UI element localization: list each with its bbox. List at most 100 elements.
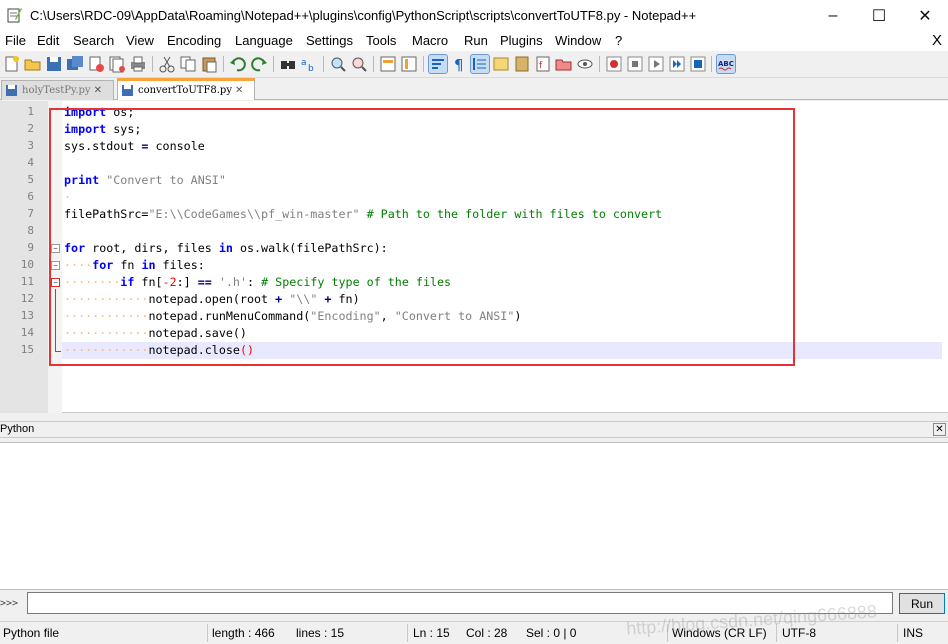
string-literal: "Convert to ANSI" bbox=[394, 309, 515, 323]
undo-icon[interactable] bbox=[229, 55, 247, 73]
code-line-15: ············notepad.close() bbox=[64, 342, 254, 359]
copy-icon[interactable] bbox=[179, 55, 197, 73]
menu-tools[interactable]: Tools bbox=[366, 33, 396, 48]
fold-guide-end bbox=[55, 351, 61, 352]
line-number: 4 bbox=[27, 156, 34, 169]
stop-macro-icon[interactable] bbox=[626, 55, 644, 73]
zoom-in-icon[interactable] bbox=[329, 55, 347, 73]
spell-check-icon[interactable]: ABC bbox=[716, 54, 736, 74]
maximize-button[interactable]: ☐ bbox=[856, 0, 902, 31]
console-close-icon[interactable]: ✕ bbox=[933, 423, 946, 436]
saved-file-icon bbox=[122, 85, 133, 96]
operator: + bbox=[275, 292, 283, 306]
close-file-icon[interactable] bbox=[87, 55, 105, 73]
sync-horizontal-icon[interactable] bbox=[400, 55, 418, 73]
code-text: os; bbox=[106, 105, 135, 119]
line-number: 6 bbox=[27, 190, 34, 203]
close-all-icon[interactable] bbox=[108, 55, 126, 73]
run-macro-multiple-icon[interactable] bbox=[668, 55, 686, 73]
svg-text:b: b bbox=[308, 64, 314, 73]
fold-toggle-icon[interactable]: − bbox=[51, 244, 60, 253]
code-text: os.walk(filePathSrc): bbox=[232, 241, 388, 255]
function-list-icon[interactable]: f bbox=[534, 55, 552, 73]
tab-holytestpy[interactable]: holyTestPy.py ✕ bbox=[1, 80, 114, 100]
menu-search[interactable]: Search bbox=[73, 33, 114, 48]
keyword: for bbox=[64, 241, 86, 255]
menu-view[interactable]: View bbox=[126, 33, 154, 48]
user-defined-language-icon[interactable] bbox=[492, 55, 510, 73]
redo-icon[interactable] bbox=[250, 55, 268, 73]
close-document-icon[interactable]: X bbox=[932, 32, 942, 49]
fold-margin bbox=[48, 101, 62, 413]
replace-icon[interactable]: ab bbox=[300, 55, 318, 73]
tab-converttoutf8[interactable]: convertToUTF8.py ✕ bbox=[117, 78, 255, 100]
toolbar-separator bbox=[711, 56, 712, 72]
folder-as-workspace-icon[interactable] bbox=[555, 55, 573, 73]
code-line-13: ············notepad.runMenuCommand("Enco… bbox=[64, 308, 521, 325]
saved-file-icon bbox=[6, 85, 17, 96]
run-button[interactable]: Run bbox=[899, 593, 945, 614]
tab-close-icon[interactable]: ✕ bbox=[235, 85, 243, 96]
print-icon[interactable] bbox=[129, 55, 147, 73]
code-area[interactable]: import os; import sys; sys.stdout = cons… bbox=[64, 101, 944, 413]
menu-edit[interactable]: Edit bbox=[37, 33, 59, 48]
tab-close-icon[interactable]: ✕ bbox=[94, 85, 102, 96]
play-macro-icon[interactable] bbox=[647, 55, 665, 73]
operator: = bbox=[141, 139, 149, 153]
status-selection: Sel : 0 | 0 bbox=[526, 626, 577, 640]
menu-window[interactable]: Window bbox=[555, 33, 601, 48]
open-file-icon[interactable] bbox=[24, 55, 42, 73]
toolbar: ab ¶ f ABC bbox=[0, 51, 948, 78]
paste-icon[interactable] bbox=[200, 55, 218, 73]
save-icon[interactable] bbox=[45, 55, 63, 73]
status-bar: Python file length : 466 lines : 15 Ln :… bbox=[0, 621, 948, 644]
code-line-14: ············notepad.save() bbox=[64, 325, 247, 342]
fold-toggle-icon[interactable]: − bbox=[51, 261, 60, 270]
line-number: 5 bbox=[27, 173, 34, 186]
console-output[interactable] bbox=[0, 442, 948, 590]
code-text: root, dirs, files bbox=[85, 241, 219, 255]
menu-help[interactable]: ? bbox=[615, 33, 622, 48]
menu-file[interactable]: File bbox=[5, 33, 26, 48]
status-eol: Windows (CR LF) bbox=[672, 626, 767, 640]
console-input[interactable] bbox=[27, 592, 893, 614]
status-lines: lines : 15 bbox=[296, 626, 345, 640]
console-prompt: >>> bbox=[0, 598, 19, 609]
whitespace-marker: ············ bbox=[64, 292, 149, 306]
sync-vertical-icon[interactable] bbox=[379, 55, 397, 73]
close-button[interactable]: ✕ bbox=[902, 0, 948, 31]
toolbar-separator bbox=[223, 56, 224, 72]
menu-language[interactable]: Language bbox=[235, 33, 293, 48]
svg-text:a: a bbox=[301, 58, 307, 68]
code-editor[interactable]: 1 2 3 4 5 6 7 8 9 10 11 12 13 14 15 − − … bbox=[0, 101, 948, 413]
zoom-out-icon[interactable] bbox=[350, 55, 368, 73]
save-all-icon[interactable] bbox=[66, 55, 84, 73]
new-file-icon[interactable] bbox=[3, 55, 21, 73]
minimize-button[interactable]: – bbox=[810, 0, 856, 31]
word-wrap-icon[interactable] bbox=[428, 54, 448, 74]
whitespace-marker: · bbox=[64, 190, 72, 204]
keyword: print bbox=[64, 173, 100, 187]
string-literal: '.h' bbox=[218, 275, 248, 289]
indent-guide-icon[interactable] bbox=[470, 54, 490, 74]
string-literal: "E:\\CodeGames\\pf_win-master" bbox=[148, 207, 360, 221]
comment: # Path to the folder with files to conve… bbox=[366, 207, 663, 221]
menu-macro[interactable]: Macro bbox=[412, 33, 448, 48]
save-macro-icon[interactable] bbox=[689, 55, 707, 73]
show-all-characters-icon[interactable]: ¶ bbox=[450, 55, 468, 73]
menu-plugins[interactable]: Plugins bbox=[500, 33, 543, 48]
menu-settings[interactable]: Settings bbox=[306, 33, 353, 48]
fold-toggle-icon[interactable]: − bbox=[51, 278, 60, 287]
whitespace-marker: ········ bbox=[64, 275, 121, 289]
cut-icon[interactable] bbox=[158, 55, 176, 73]
record-macro-icon[interactable] bbox=[605, 55, 623, 73]
code-line-2: import sys; bbox=[64, 121, 141, 138]
window-title: C:\Users\RDC-09\AppData\Roaming\Notepad+… bbox=[30, 8, 697, 23]
document-map-icon[interactable] bbox=[513, 55, 531, 73]
monitoring-icon[interactable] bbox=[576, 55, 594, 73]
menu-encoding[interactable]: Encoding bbox=[167, 33, 221, 48]
menu-run[interactable]: Run bbox=[464, 33, 488, 48]
horizontal-scrollbar[interactable] bbox=[0, 413, 948, 421]
find-icon[interactable] bbox=[279, 55, 297, 73]
keyword: import bbox=[64, 105, 107, 119]
